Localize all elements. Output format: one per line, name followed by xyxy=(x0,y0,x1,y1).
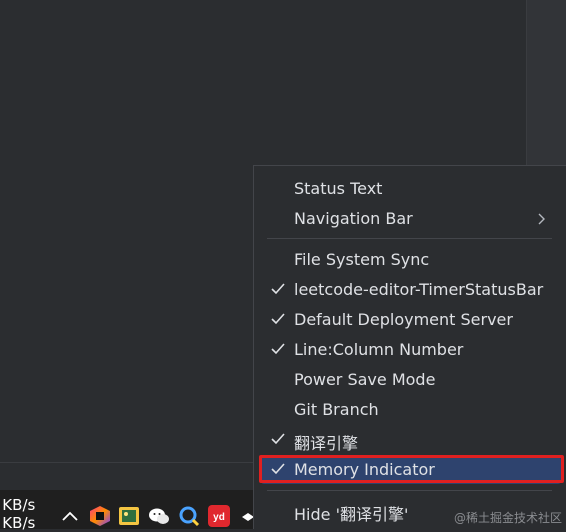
menu-item-label: Default Deployment Server xyxy=(294,310,513,329)
check-icon xyxy=(271,433,285,445)
check-icon xyxy=(271,313,285,325)
menu-item-power-save-mode[interactable]: Power Save Mode xyxy=(254,365,566,395)
svg-text:yd: yd xyxy=(213,512,225,523)
net-download-speed: 3 KB/s xyxy=(0,514,36,532)
menu-item-label: Navigation Bar xyxy=(294,209,413,228)
check-icon xyxy=(271,283,285,295)
menu-item-label: File System Sync xyxy=(294,250,430,269)
menu-item-label: Git Branch xyxy=(294,400,379,419)
menu-item-line-column-number[interactable]: Line:Column Number xyxy=(254,335,566,365)
check-icon xyxy=(271,343,285,355)
menu-item-navigation-bar[interactable]: Navigation Bar xyxy=(254,204,566,234)
net-upload-speed: 5 KB/s xyxy=(0,496,36,514)
wechat-icon[interactable] xyxy=(148,505,170,527)
chevron-up-icon[interactable] xyxy=(60,506,80,526)
menu-item-label: Power Save Mode xyxy=(294,370,436,389)
menu-item-label: 翻译引擎 xyxy=(294,434,359,453)
menu-item-translation-engine[interactable]: 翻译引擎 xyxy=(254,425,566,455)
jetbrains-icon[interactable] xyxy=(89,505,111,527)
menu-item-status-text[interactable]: Status Text xyxy=(254,174,566,204)
menu-separator xyxy=(267,238,552,239)
menu-item-label: leetcode-editor-TimerStatusBar xyxy=(294,280,544,299)
menu-item-label: Hide '翻译引擎' xyxy=(294,505,409,524)
watermark: @稀土掘金技术社区 xyxy=(454,511,563,525)
search-app-icon[interactable] xyxy=(178,505,200,527)
youdao-icon[interactable]: yd xyxy=(208,505,230,527)
menu-separator xyxy=(267,490,552,491)
menu-item-default-deployment-server[interactable]: Default Deployment Server xyxy=(254,305,566,335)
menu-item-leetcode-timer[interactable]: leetcode-editor-TimerStatusBar xyxy=(254,275,566,305)
menu-item-label: Status Text xyxy=(294,179,383,198)
menu-item-label: Line:Column Number xyxy=(294,340,464,359)
annotation-highlight-box xyxy=(259,455,564,483)
chevron-right-icon xyxy=(538,213,545,225)
menu-item-git-branch[interactable]: Git Branch xyxy=(254,395,566,425)
menu-item-file-system-sync[interactable]: File System Sync xyxy=(254,245,566,275)
image-viewer-icon[interactable] xyxy=(118,505,140,527)
